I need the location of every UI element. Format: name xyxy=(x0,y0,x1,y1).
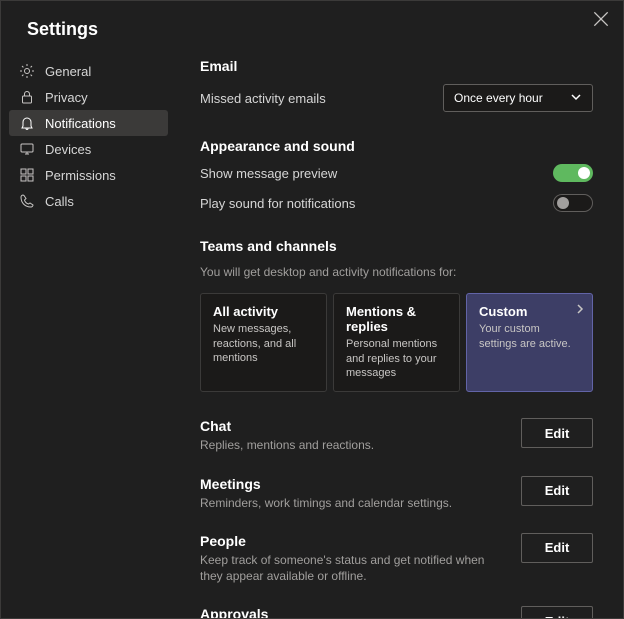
email-heading: Email xyxy=(200,58,593,74)
list-desc: Keep track of someone's status and get n… xyxy=(200,552,500,584)
phone-icon xyxy=(19,193,35,209)
teams-heading: Teams and channels xyxy=(200,238,593,254)
appearance-heading: Appearance and sound xyxy=(200,138,593,154)
card-title: Custom xyxy=(479,304,580,319)
sound-label: Play sound for notifications xyxy=(200,196,355,211)
sidebar-item-label: Permissions xyxy=(45,168,116,183)
main-content: Email Missed activity emails Once every … xyxy=(176,58,623,618)
section-email: Email Missed activity emails Once every … xyxy=(200,58,593,112)
edit-button-approvals[interactable]: Edit xyxy=(521,606,593,618)
list-item-approvals: Approvals Send, receive, manage, and sha… xyxy=(200,606,593,618)
toggle-knob xyxy=(578,167,590,179)
sidebar-item-calls[interactable]: Calls xyxy=(9,188,168,214)
missed-emails-select[interactable]: Once every hour xyxy=(443,84,593,112)
card-mentions-replies[interactable]: Mentions & replies Personal mentions and… xyxy=(333,293,460,393)
toggle-knob xyxy=(557,197,569,209)
card-desc: New messages, reactions, and all mention… xyxy=(213,322,314,367)
chevron-right-icon xyxy=(576,302,584,320)
teams-helper: You will get desktop and activity notifi… xyxy=(200,264,593,281)
sidebar-item-label: General xyxy=(45,64,91,79)
sidebar-item-privacy[interactable]: Privacy xyxy=(9,84,168,110)
sound-toggle[interactable] xyxy=(553,194,593,212)
list-title: People xyxy=(200,533,500,549)
card-title: All activity xyxy=(213,304,314,319)
section-teams: Teams and channels You will get desktop … xyxy=(200,238,593,392)
list-desc: Replies, mentions and reactions. xyxy=(200,437,500,453)
grid-icon xyxy=(19,167,35,183)
edit-button-chat[interactable]: Edit xyxy=(521,418,593,448)
close-icon xyxy=(593,11,609,32)
sidebar-item-label: Notifications xyxy=(45,116,116,131)
sidebar: General Privacy Notifications Devices xyxy=(1,58,176,618)
preview-label: Show message preview xyxy=(200,166,337,181)
card-desc: Your custom settings are active. xyxy=(479,322,580,352)
settings-window: Settings General Privacy Notifications xyxy=(0,0,624,619)
sidebar-item-label: Devices xyxy=(45,142,91,157)
sidebar-item-label: Calls xyxy=(45,194,74,209)
sidebar-item-label: Privacy xyxy=(45,90,88,105)
list-desc: Reminders, work timings and calendar set… xyxy=(200,495,500,511)
chevron-down-icon xyxy=(570,91,582,106)
section-appearance: Appearance and sound Show message previe… xyxy=(200,138,593,212)
gear-icon xyxy=(19,63,35,79)
sidebar-item-permissions[interactable]: Permissions xyxy=(9,162,168,188)
bell-icon xyxy=(19,115,35,131)
list-title: Approvals xyxy=(200,606,500,618)
card-all-activity[interactable]: All activity New messages, reactions, an… xyxy=(200,293,327,393)
device-icon xyxy=(19,141,35,157)
section-list: Chat Replies, mentions and reactions. Ed… xyxy=(200,418,593,618)
list-item-chat: Chat Replies, mentions and reactions. Ed… xyxy=(200,418,593,453)
missed-emails-label: Missed activity emails xyxy=(200,91,326,106)
sidebar-item-devices[interactable]: Devices xyxy=(9,136,168,162)
card-desc: Personal mentions and replies to your me… xyxy=(346,337,447,382)
list-item-people: People Keep track of someone's status an… xyxy=(200,533,593,584)
lock-icon xyxy=(19,89,35,105)
preview-toggle[interactable] xyxy=(553,164,593,182)
sidebar-item-notifications[interactable]: Notifications xyxy=(9,110,168,136)
close-button[interactable] xyxy=(593,13,609,29)
sidebar-item-general[interactable]: General xyxy=(9,58,168,84)
edit-button-meetings[interactable]: Edit xyxy=(521,476,593,506)
page-title: Settings xyxy=(1,1,623,58)
card-title: Mentions & replies xyxy=(346,304,447,334)
edit-button-people[interactable]: Edit xyxy=(521,533,593,563)
select-value: Once every hour xyxy=(454,91,543,105)
list-title: Meetings xyxy=(200,476,500,492)
card-custom[interactable]: Custom Your custom settings are active. xyxy=(466,293,593,393)
list-item-meetings: Meetings Reminders, work timings and cal… xyxy=(200,476,593,511)
list-title: Chat xyxy=(200,418,500,434)
